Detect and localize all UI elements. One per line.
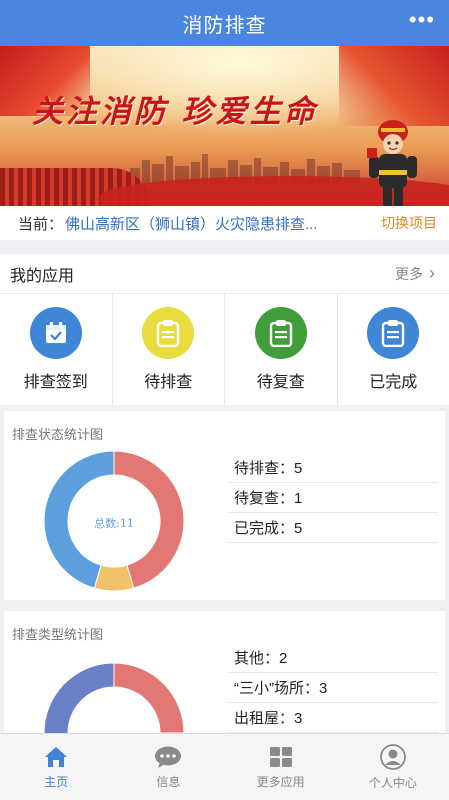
user-icon [379, 743, 406, 770]
home-icon [45, 746, 68, 767]
clipboard-icon [142, 307, 195, 359]
tab-label: 更多应用 [256, 774, 305, 789]
tab-more-apps[interactable]: 更多应用 [225, 734, 337, 800]
chevron-right-icon: › [429, 263, 435, 283]
fire-safety-banner: 关注消防 珍爱生命 [0, 46, 449, 206]
legend-row: 待复查：1 [228, 483, 438, 513]
apps-more-label: 更多 [395, 265, 423, 282]
donut-slice [113, 662, 185, 734]
my-apps-section: 我的应用 更多 › 排查签到 待排查 待复查 已完成 [0, 254, 449, 405]
firefighter-mascot-icon [367, 120, 417, 206]
app-pending-review[interactable]: 待复查 [225, 294, 338, 405]
grid-icon [269, 746, 292, 767]
my-apps-title: 我的应用 [10, 267, 75, 285]
tab-label: 信息 [156, 774, 181, 789]
type-legend: 其他：2 “三小”场所：3 出租屋：3 [228, 643, 438, 733]
tab-profile[interactable]: 个人中心 [337, 734, 449, 800]
apps-grid: 排查签到 待排查 待复查 已完成 [0, 294, 449, 405]
donut-center-label: 总数:11 [94, 517, 134, 530]
app-pending-inspection[interactable]: 待排查 [113, 294, 225, 405]
chat-icon [155, 746, 182, 768]
app-label: 待复查 [256, 374, 305, 391]
tab-home[interactable]: 主页 [0, 734, 112, 800]
current-project-bar: 当前： 佛山高新区（狮山镇）火灾隐患排查... 切换项目 [0, 206, 449, 240]
legend-row: 待排查：5 [228, 453, 438, 483]
apps-more-link[interactable]: 更多 › [395, 263, 435, 284]
tab-messages[interactable]: 信息 [112, 734, 224, 800]
type-donut-chart [43, 662, 185, 741]
calendar-check-icon [29, 307, 82, 359]
legend-row: “三小”场所：3 [228, 673, 438, 703]
type-chart-title: 排查类型统计图 [12, 627, 104, 642]
legend-row: 其他：2 [228, 643, 438, 673]
type-chart-card: 排查类型统计图 其他：2 “三小”场所：3 出租屋：3 [4, 611, 445, 741]
bottom-tab-bar: 主页 信息 更多应用 个人中心 [0, 733, 449, 800]
project-label: 当前： [18, 215, 64, 233]
clipboard-icon [254, 307, 307, 359]
switch-project-button[interactable]: 切换项目 [381, 213, 437, 233]
app-label: 待排查 [144, 374, 193, 391]
more-dots-icon[interactable]: ••• [409, 9, 435, 31]
project-name-link[interactable]: 佛山高新区（狮山镇）火灾隐患排查... [65, 213, 318, 234]
app-completed[interactable]: 已完成 [338, 294, 449, 405]
banner-flag-right [339, 46, 449, 126]
page-title: 消防排查 [182, 14, 267, 37]
donut-slice [43, 662, 115, 741]
status-legend: 待排查：5 待复查：1 已完成：5 [228, 453, 438, 543]
title-bar: 消防排查 ••• [0, 0, 449, 46]
legend-row: 已完成：5 [228, 513, 438, 543]
tab-label: 主页 [44, 774, 69, 789]
banner-slogan: 关注消防 珍爱生命 [32, 94, 318, 130]
app-label: 已完成 [369, 374, 418, 391]
app-label: 排查签到 [23, 374, 88, 391]
tab-label: 个人中心 [368, 775, 417, 790]
status-chart-card: 排查状态统计图 总数:11 待排查：5 待复查：1 已完成：5 [4, 411, 445, 600]
legend-row: 出租屋：3 [228, 703, 438, 733]
app-check-in[interactable]: 排查签到 [0, 294, 113, 405]
my-apps-header: 我的应用 更多 › [0, 254, 449, 294]
clipboard-icon [367, 307, 420, 359]
